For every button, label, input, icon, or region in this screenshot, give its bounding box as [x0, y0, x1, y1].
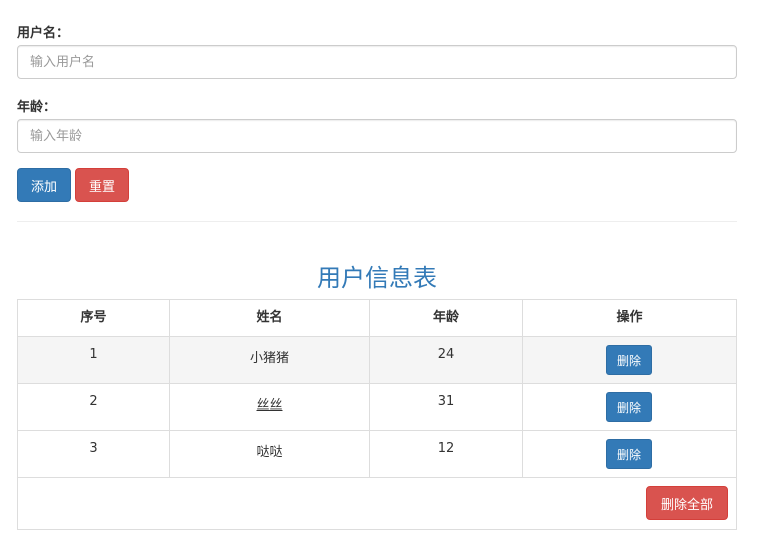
- cell-action: 删除: [523, 431, 736, 477]
- table-header-row: 序号 姓名 年龄 操作: [18, 300, 736, 337]
- delete-all-button[interactable]: 删除全部: [646, 486, 728, 520]
- cell-age: 24: [370, 337, 523, 383]
- table-title: 用户信息表: [317, 264, 437, 292]
- age-label: 年龄：: [17, 100, 57, 115]
- delete-row-button[interactable]: 删除: [606, 439, 652, 469]
- add-button[interactable]: 添加: [17, 168, 71, 202]
- table-row: 1 小猪猪 24 删除: [18, 337, 736, 384]
- cell-index: 1: [18, 337, 170, 383]
- cell-name: 哒哒: [170, 431, 370, 477]
- table-row: 3 哒哒 12 删除: [18, 431, 736, 478]
- cell-age: 12: [370, 431, 523, 477]
- cell-name: 丝丝: [170, 384, 370, 430]
- username-input[interactable]: [17, 45, 737, 79]
- cell-index: 3: [18, 431, 170, 477]
- username-label: 用户名：: [17, 26, 70, 41]
- cell-name: 小猪猪: [170, 337, 370, 383]
- cell-action: 删除: [523, 337, 736, 383]
- cell-age: 31: [370, 384, 523, 430]
- cell-index: 2: [18, 384, 170, 430]
- age-input[interactable]: [17, 119, 737, 153]
- delete-row-button[interactable]: 删除: [606, 392, 652, 422]
- header-action: 操作: [616, 310, 643, 325]
- header-index: 序号: [18, 300, 170, 336]
- cell-name-text: 丝丝: [256, 398, 283, 413]
- divider: [17, 221, 737, 222]
- delete-row-button[interactable]: 删除: [606, 345, 652, 375]
- table-footer-row: 删除全部: [18, 478, 736, 529]
- table-row: 2 丝丝 31 删除: [18, 384, 736, 431]
- reset-button[interactable]: 重置: [75, 168, 129, 202]
- cell-action: 删除: [523, 384, 736, 430]
- header-age: 年龄: [370, 300, 523, 336]
- user-table: 序号 姓名 年龄 操作 1 小猪猪 24 删除 2 丝丝 31 删除 3 哒哒 …: [17, 299, 737, 530]
- header-name: 姓名: [170, 300, 370, 336]
